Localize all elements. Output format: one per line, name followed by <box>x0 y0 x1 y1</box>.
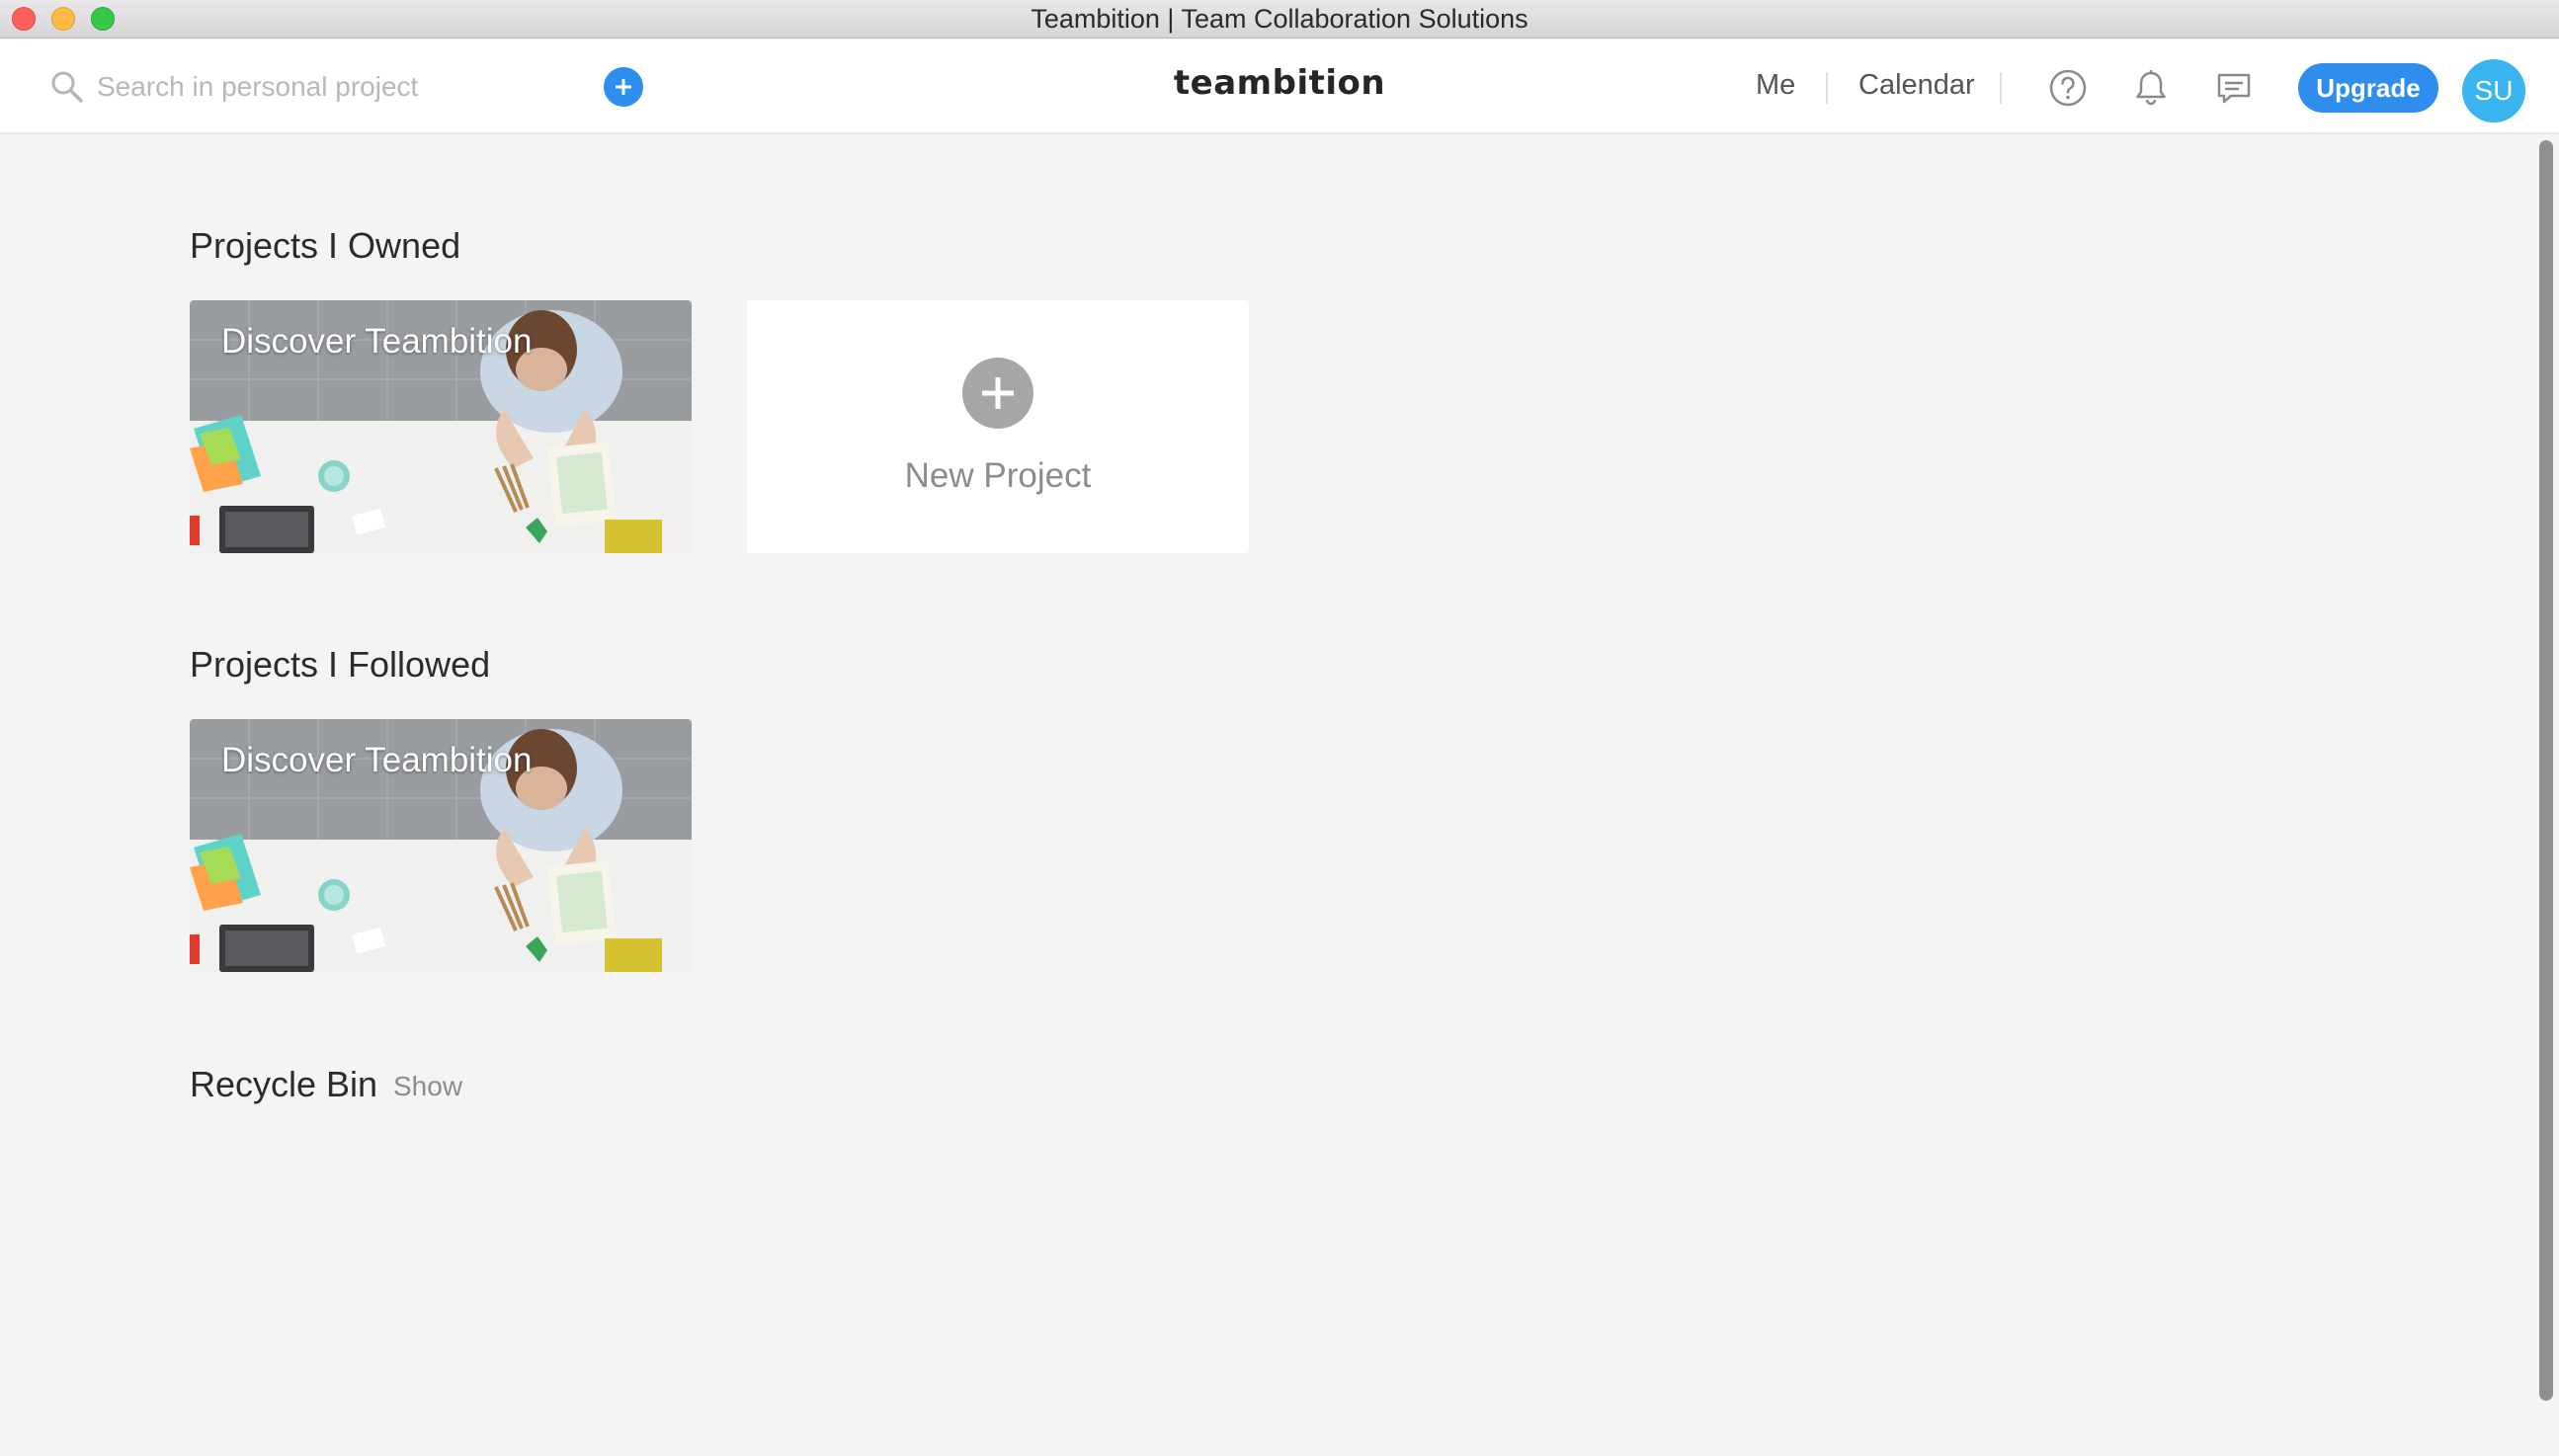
app-window: Teambition | Team Collaboration Solution… <box>0 0 2559 1456</box>
project-card[interactable]: Discover Teambition <box>190 719 692 972</box>
upgrade-button[interactable]: Upgrade <box>2298 63 2438 113</box>
app-header: teambition Me Calendar Upgrade SU <box>0 40 2559 134</box>
nav-divider <box>1826 72 1828 104</box>
new-project-card[interactable]: New Project <box>747 300 1249 553</box>
chat-icon[interactable] <box>2213 67 2255 109</box>
help-icon[interactable] <box>2047 67 2089 109</box>
user-avatar[interactable]: SU <box>2462 59 2525 122</box>
window-title: Teambition | Team Collaboration Solution… <box>1031 4 1528 34</box>
nav-me-link[interactable]: Me <box>1756 69 1795 102</box>
search-icon <box>51 71 83 103</box>
quick-add-button[interactable] <box>604 67 643 107</box>
nav-calendar-link[interactable]: Calendar <box>1858 69 1975 102</box>
new-project-label: New Project <box>904 456 1092 495</box>
recycle-bin-show-link[interactable]: Show <box>393 1071 462 1102</box>
scrollbar-thumb[interactable] <box>2539 140 2553 1401</box>
projects-owned-heading: Projects I Owned <box>190 225 461 266</box>
add-icon <box>616 79 631 95</box>
search-input[interactable] <box>97 65 571 109</box>
project-card-title: Discover Teambition <box>221 322 533 361</box>
add-project-icon <box>962 358 1033 429</box>
teambition-logo[interactable]: teambition <box>1082 63 1477 103</box>
project-card-title: Discover Teambition <box>221 741 533 779</box>
project-card[interactable]: Discover Teambition <box>190 300 692 553</box>
window-titlebar: Teambition | Team Collaboration Solution… <box>0 0 2559 39</box>
nav-divider <box>2000 72 2002 104</box>
projects-followed-heading: Projects I Followed <box>190 644 491 685</box>
recycle-bin-heading: Recycle Bin <box>190 1064 378 1104</box>
bell-icon[interactable] <box>2130 67 2172 109</box>
